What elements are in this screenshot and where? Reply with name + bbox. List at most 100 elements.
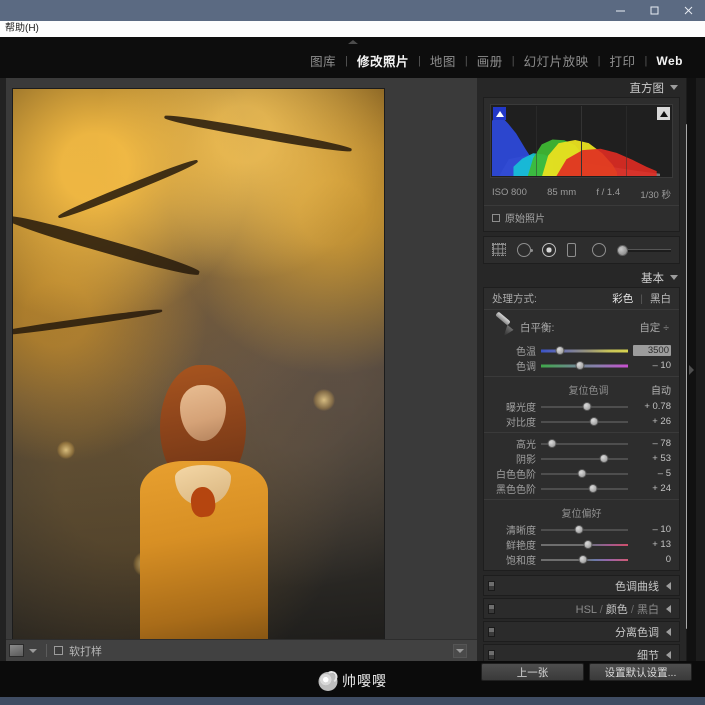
slider-value[interactable]: + 53 [633,453,671,464]
white-balance-value[interactable]: 自定 ÷ [639,320,669,335]
module-print[interactable]: 打印 [602,51,644,70]
graduated-filter-icon[interactable] [567,242,582,258]
panel-toggle-switch[interactable] [488,627,495,637]
slider-exposure[interactable]: 曝光度 + 0.78 [484,398,679,414]
window-maximize-button[interactable] [637,0,671,21]
module-develop[interactable]: 修改照片 [349,51,417,70]
chevron-left-icon [666,650,671,659]
highlight-clipping-indicator[interactable] [657,107,670,120]
watermark-username: 帅嘤嘤 [342,673,387,689]
set-default-settings-button[interactable]: 设置默认设置... [589,663,692,681]
panel-label: HSL / 颜色 / 黑白 [575,603,659,616]
view-mode-dropdown[interactable] [27,645,39,657]
red-eye-correction-icon[interactable] [542,242,557,258]
basic-panel: 处理方式: 彩色 | 黑白 白平衡: 自定 ÷ 色温 3500 色调 – 10 … [483,287,680,571]
panel-toggle-switch[interactable] [488,650,495,660]
treatment-option-color[interactable]: 彩色 [612,291,633,306]
slider-shadows[interactable]: 阴影 + 53 [484,450,679,466]
panel-divider [484,432,679,433]
slider-track[interactable] [541,555,628,564]
panel-toggle-switch[interactable] [488,604,495,614]
slider-contrast[interactable]: 对比度 + 26 [484,413,679,429]
slider-value[interactable]: – 10 [633,524,672,535]
histogram-graph[interactable] [490,104,673,178]
module-map[interactable]: 地图 [422,51,464,70]
shadow-clipping-indicator[interactable] [493,107,506,120]
slider-value[interactable]: 3500 [633,345,671,356]
panel-divider [484,376,679,377]
slider-label: 对比度 [506,418,536,429]
auto-tone-button[interactable]: 自动 [651,382,671,397]
radial-filter-icon[interactable] [592,242,607,258]
spot-removal-icon[interactable] [517,242,533,258]
histogram-panel-header[interactable]: 直方图 [477,78,686,97]
module-book[interactable]: 画册 [469,51,511,70]
treatment-option-bw[interactable]: 黑白 [650,291,671,306]
window-minimize-button[interactable] [603,0,637,21]
slider-value[interactable]: + 24 [633,483,671,494]
slider-value[interactable]: 0 [633,554,671,565]
slider-value[interactable]: – 78 [633,438,672,449]
slider-track[interactable] [541,469,628,478]
slider-track[interactable] [541,439,628,448]
window-close-button[interactable] [671,0,705,21]
slider-value[interactable]: + 13 [633,539,671,550]
original-photo-row[interactable]: 原始照片 [484,205,679,231]
main-content-area: 软打样 直方图 ISO 800 85 mm f / 1.4 1/30 秒 原始照… [0,78,705,705]
basic-panel-header[interactable]: 基本 [477,268,686,287]
histogram-title: 直方图 [629,82,665,95]
reset-presence-label[interactable]: 复位偏好 [526,505,637,520]
slider-track[interactable] [541,525,628,534]
slider-label: 黑色色阶 [496,485,536,496]
chevron-down-icon [29,648,37,653]
slider-track[interactable] [541,402,628,411]
slider-track[interactable] [541,361,628,370]
slider-value[interactable]: + 0.78 [633,401,671,412]
slider-value[interactable]: – 5 [633,468,671,479]
image-canvas[interactable]: 软打样 [6,78,477,661]
slider-track[interactable] [541,540,628,549]
view-mode-thumbnail[interactable] [9,644,24,657]
slider-clarity[interactable]: 清晰度 – 10 [484,521,679,537]
adjustment-brush-icon[interactable] [617,244,671,256]
crop-overlay-icon[interactable] [492,242,507,258]
slider-track[interactable] [541,417,628,426]
panel-toggle-switch[interactable] [488,581,495,591]
slider-whites[interactable]: 白色色阶 – 5 [484,465,679,481]
soft-proof-checkbox[interactable] [54,646,63,655]
slider-highlights[interactable]: 高光 – 78 [484,435,679,451]
menu-item-help[interactable]: 帮助(H) [0,21,44,37]
slider-temp[interactable]: 色温 3500 [484,342,679,358]
toolbar-options-dropdown[interactable] [453,643,467,658]
develop-tool-strip [483,236,680,264]
slider-track[interactable] [541,454,628,463]
previous-button[interactable]: 上一张 [481,663,584,681]
slider-track[interactable] [541,484,628,493]
exif-shutter-speed: 1/30 秒 [640,190,671,201]
slider-tint[interactable]: 色调 – 10 [484,357,679,373]
original-photo-checkbox[interactable] [492,213,500,222]
white-balance-selector-icon[interactable] [492,311,516,342]
module-list: 图库 | 修改照片 | 地图 | 画册 | 幻灯片放映 | 打印 | Web [302,51,691,70]
brush-size-knob[interactable] [617,244,628,256]
slider-vibrance[interactable]: 鲜艳度 + 13 [484,536,679,552]
module-library[interactable]: 图库 [302,51,344,70]
module-slideshow[interactable]: 幻灯片放映 [516,51,597,70]
slider-saturation[interactable]: 饱和度 0 [484,551,679,567]
panel-label: 色调曲线 [615,580,659,593]
slider-value[interactable]: – 10 [633,360,672,371]
photo-bokeh [57,441,75,459]
slider-blacks[interactable]: 黑色色阶 + 24 [484,480,679,496]
lightroom-develop-window: 帮助(H) 图库 | 修改照片 | 地图 | 画册 | 幻灯片放映 | 打印 |… [0,0,705,705]
panel-split-toning[interactable]: 分离色调 [483,621,680,642]
right-panel-collapse-handle[interactable] [687,78,696,661]
slider-value[interactable]: + 26 [633,416,671,427]
panel-hsl-color-bw[interactable]: HSL / 颜色 / 黑白 [483,598,680,619]
module-web[interactable]: Web [648,54,691,68]
window-titlebar [0,0,705,21]
slider-track[interactable] [541,346,628,355]
reset-tone-label[interactable]: 复位色调 [526,382,651,397]
panel-tone-curve[interactable]: 色调曲线 [483,575,680,596]
top-panel-collapse-handle[interactable] [325,37,381,46]
brush-size-track[interactable] [628,248,671,252]
